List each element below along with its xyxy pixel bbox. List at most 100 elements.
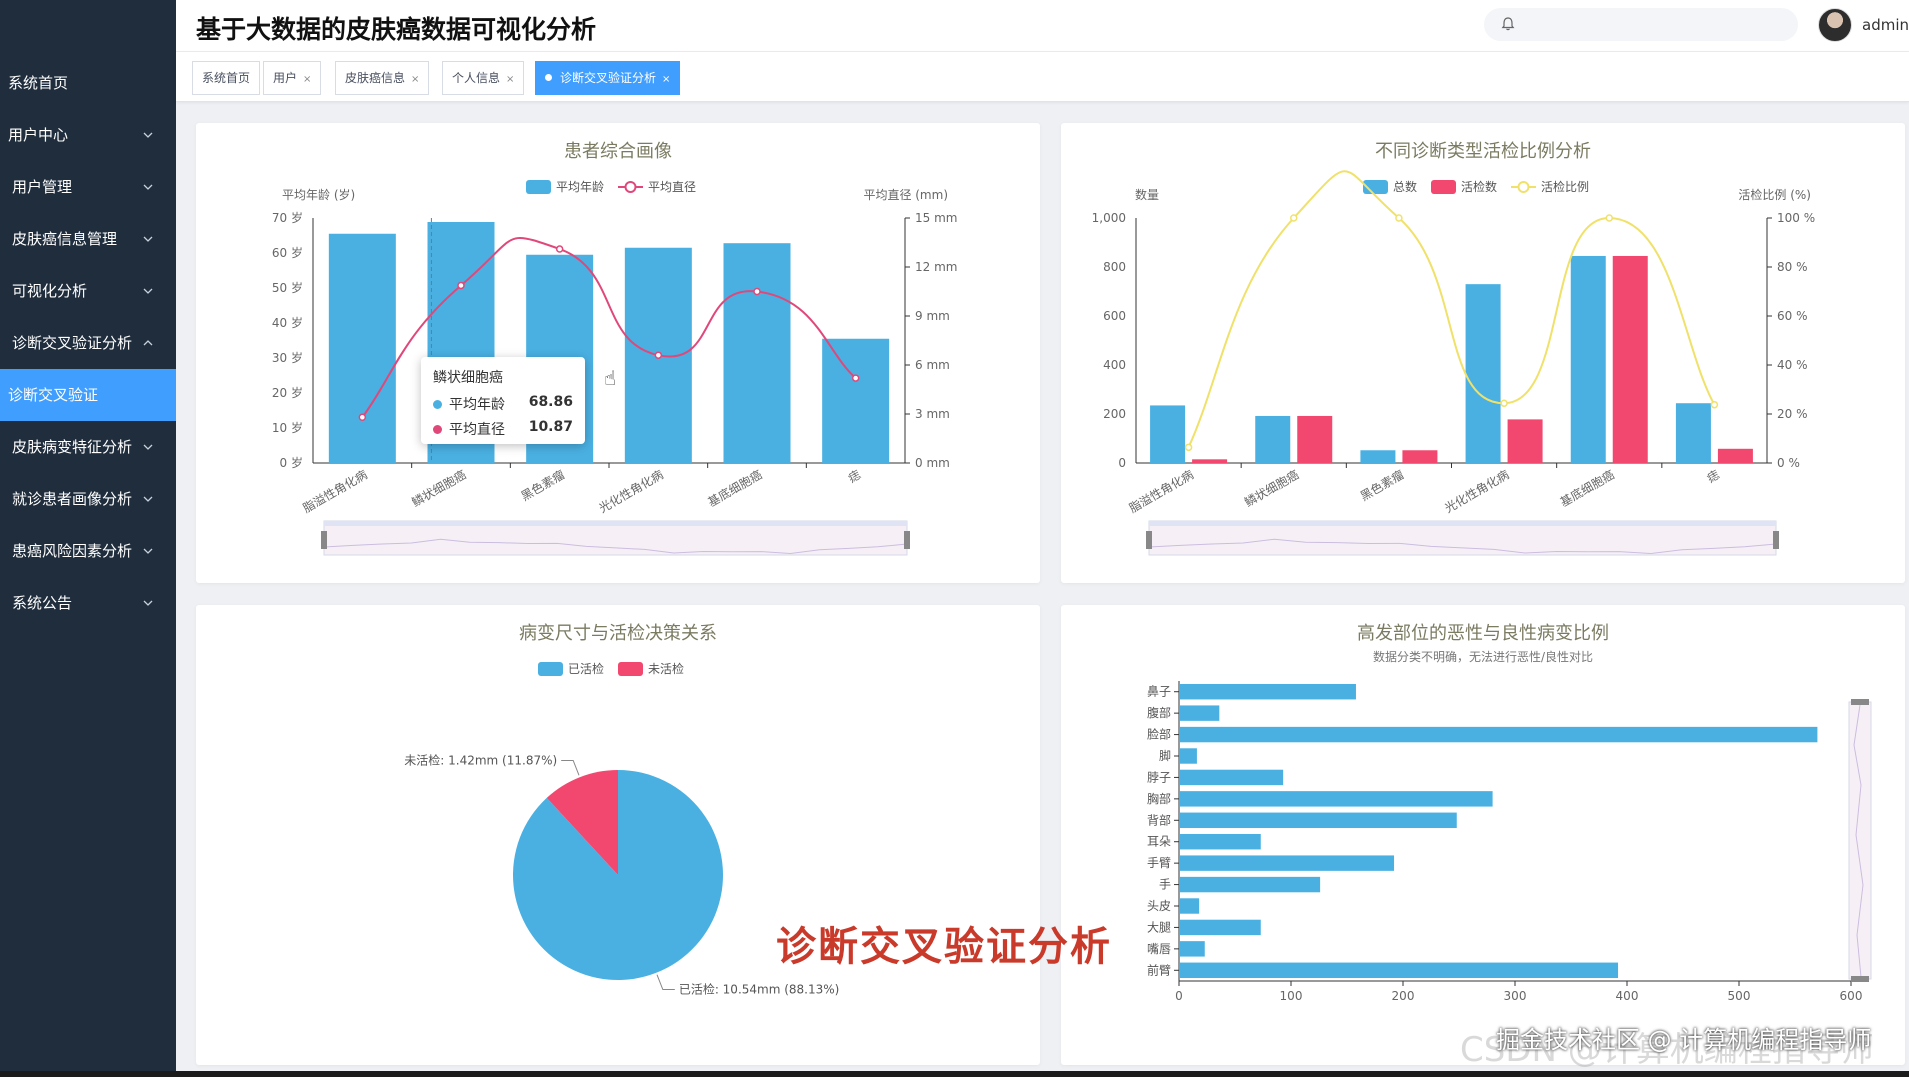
legend-label: 已活检	[568, 661, 604, 676]
bar	[1612, 255, 1648, 463]
y-right-tick-label: 20 %	[1777, 407, 1808, 421]
pointer-cursor-icon: ☝	[604, 366, 617, 390]
tab[interactable]: 用户 ×	[263, 61, 322, 95]
tab-label: 个人信息	[452, 71, 501, 85]
bell-icon[interactable]	[1500, 16, 1516, 32]
bar	[1179, 684, 1356, 700]
tab[interactable]: 个人信息 ×	[442, 61, 525, 95]
y-tick-label: 脖子	[1147, 770, 1171, 784]
legend-label: 总数	[1393, 179, 1417, 194]
notification-search-bar[interactable]	[1484, 8, 1798, 41]
y-right-tick-label: 40 %	[1777, 358, 1808, 372]
x-tick-label: 500	[1728, 989, 1751, 1003]
zoom-handle-bottom	[1851, 976, 1869, 982]
sidebar-item-label: 皮肤病变特征分析	[12, 438, 133, 456]
bar	[1179, 791, 1493, 807]
tab[interactable]: 诊断交叉验证分析 ×	[535, 61, 681, 95]
bottom-frame-bar	[0, 1071, 1909, 1077]
sidebar-item-label: 系统首页	[8, 74, 69, 92]
bar	[1570, 255, 1606, 463]
legend-label: 平均年龄	[556, 180, 604, 194]
zoom-handle-top	[1851, 699, 1869, 705]
y-right-tick-label: 6 mm	[915, 358, 950, 372]
sidebar-item[interactable]: 诊断交叉验证	[0, 369, 176, 421]
y-tick-label: 0	[1118, 456, 1126, 470]
bar	[1255, 415, 1291, 463]
bar	[1179, 919, 1261, 936]
x-tick-label: 黑色素瘤	[518, 467, 567, 504]
bar	[1402, 450, 1438, 463]
y-axis-label: 平均年龄 (岁)	[282, 187, 355, 202]
chevron-down-icon	[142, 109, 156, 161]
y-right-tick-label: 12 mm	[915, 260, 957, 274]
sidebar-item[interactable]: 就诊患者画像分析	[0, 473, 176, 525]
sidebar-item[interactable]: 可视化分析	[0, 265, 176, 317]
chart-title: 不同诊断类型活检比例分析	[1375, 141, 1591, 162]
app-root: 系统首页 用户中心 用户管理 皮肤癌信息管理 可视化分析 诊断交叉验证分析 诊断交叉验证 皮肤…	[0, 0, 1909, 1077]
legend-swatch	[538, 662, 563, 676]
bar	[1179, 834, 1261, 850]
bar	[1179, 855, 1395, 871]
line-point	[1605, 214, 1613, 222]
y-axis-label: 数量	[1135, 187, 1159, 202]
sidebar-item-label: 诊断交叉验证分析	[12, 334, 133, 352]
x-tick-label: 光化性角化病	[1442, 467, 1512, 516]
y-tick-label: 70 岁	[272, 210, 303, 225]
bar	[1179, 962, 1619, 978]
bar	[1179, 812, 1457, 828]
username[interactable]: admin	[1862, 16, 1909, 34]
zoom-handle-left	[321, 531, 327, 549]
bar	[1179, 726, 1818, 743]
y-right-tick-label: 80 %	[1777, 260, 1808, 274]
y-tick-label: 0 岁	[280, 455, 303, 470]
tab[interactable]: 系统首页	[192, 61, 261, 95]
line-point	[753, 287, 761, 296]
y-tick-label: 20 岁	[272, 385, 303, 400]
y-right-tick-label: 3 mm	[915, 407, 950, 421]
close-icon[interactable]: ×	[303, 74, 311, 85]
sidebar-item[interactable]: 皮肤癌信息管理	[0, 213, 176, 265]
close-icon[interactable]: ×	[662, 74, 670, 85]
top-header: 基于大数据的皮肤癌数据可视化分析 admin	[176, 0, 1909, 52]
y-tick-label: 1,000	[1092, 211, 1126, 225]
bar	[1179, 876, 1321, 893]
bar	[328, 233, 396, 463]
chart-biopsy-ratio: 不同诊断类型活检比例分析总数 活检数 活检比例数量 活检比例 (%) 0 200 400 60…	[1092, 141, 1815, 556]
tooltip-row-value: 68.86	[528, 394, 573, 410]
bar	[1465, 284, 1501, 463]
tab-label: 诊断交叉验证分析	[560, 71, 657, 85]
chart-title: 高发部位的恶性与良性病变比例	[1357, 623, 1609, 644]
sidebar-item[interactable]: 用户中心	[0, 109, 176, 161]
close-icon[interactable]: ×	[506, 74, 514, 85]
y-tick-label: 脚	[1159, 748, 1171, 763]
y-tick-label: 600	[1103, 309, 1126, 323]
sidebar-item[interactable]: 系统公告	[0, 577, 176, 629]
panel-pie: 病变尺寸与活检决策关系 已活检 未活检 已活检: 10.54mm (88.13%) 未活…	[196, 605, 1040, 1065]
sidebar-item[interactable]: 患癌风险因素分析	[0, 525, 176, 577]
sidebar-item[interactable]: 皮肤病变特征分析	[0, 421, 176, 473]
y-tick-label: 400	[1103, 358, 1126, 372]
data-zoom-track	[324, 521, 907, 526]
y-tick-label: 前臂	[1147, 962, 1171, 977]
y-right-tick-label: 0 mm	[915, 456, 950, 470]
tab[interactable]: 皮肤癌信息 ×	[335, 61, 430, 95]
bar	[1507, 419, 1543, 463]
y-tick-label: 耳朵	[1147, 835, 1171, 849]
sidebar-item[interactable]: 系统首页	[0, 57, 176, 109]
y-tick-label: 手	[1159, 878, 1171, 892]
y-tick-label: 嘴唇	[1147, 942, 1171, 956]
chart-patient-profile: 患者综合画像平均年龄 平均直径平均年龄 (岁) 平均直径 (mm)0 岁10 岁20…	[272, 141, 957, 556]
line-point	[1184, 443, 1193, 452]
sidebar-item[interactable]: 诊断交叉验证分析	[0, 317, 176, 369]
page-title: 基于大数据的皮肤癌数据可视化分析	[196, 15, 597, 44]
chart-body-sites: 高发部位的恶性与良性病变比例数据分类不明确，无法进行恶性/良性对比 0 100 200…	[1147, 623, 1872, 1003]
tooltip-row-name: 平均年龄	[449, 397, 505, 413]
sidebar-item[interactable]: 用户管理	[0, 161, 176, 213]
y-tick-label: 脸部	[1147, 727, 1171, 742]
line-point	[1395, 214, 1403, 222]
legend-marker-icon	[624, 181, 637, 193]
close-icon[interactable]: ×	[411, 74, 419, 85]
bar	[1150, 405, 1186, 463]
x-tick-label: 鳞状细胞癌	[409, 467, 468, 510]
user-avatar[interactable]	[1818, 8, 1852, 42]
